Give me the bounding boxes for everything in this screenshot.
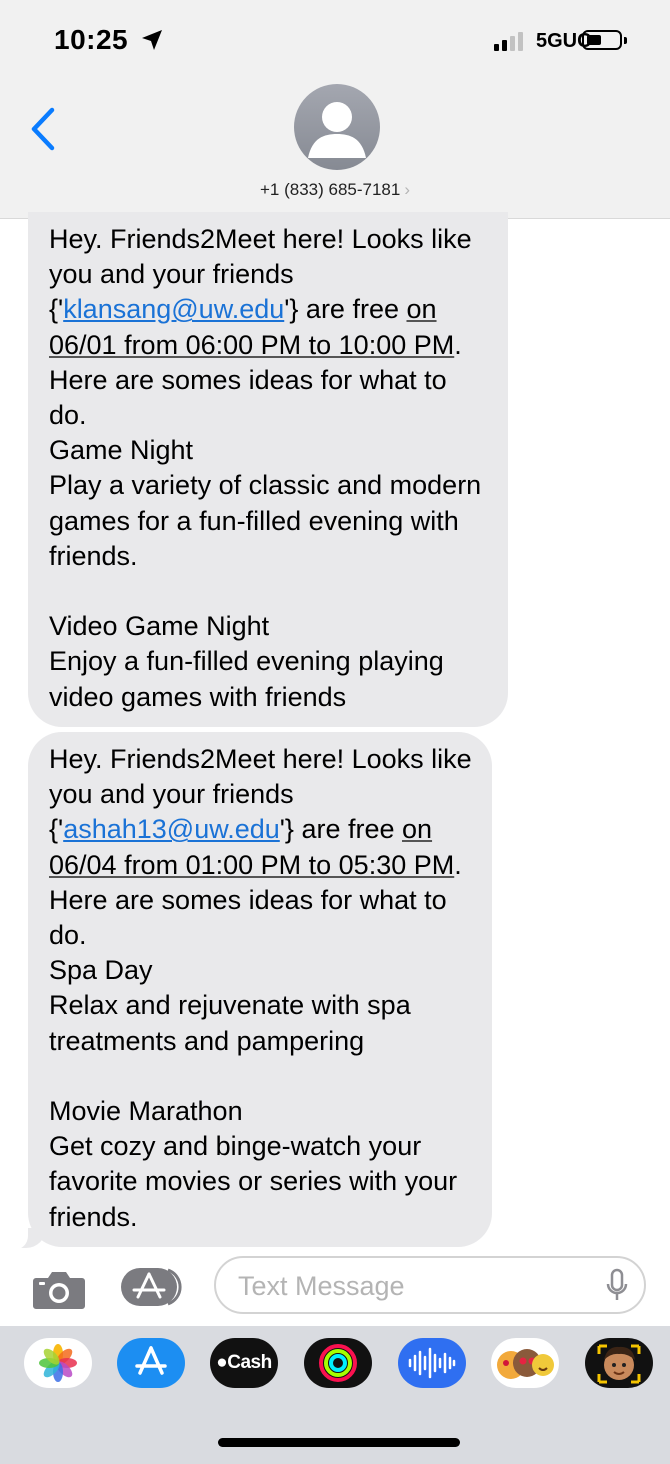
message-body: . Here are somes ideas for what to do. S… [49,849,462,1232]
person-silhouette-icon [308,102,366,158]
app-store-a-icon [135,1346,167,1375]
photos-flower-icon [39,1344,77,1382]
back-chevron-icon[interactable] [26,104,66,154]
message-input[interactable] [236,1266,590,1306]
camera-icon[interactable] [32,1270,86,1310]
status-time: 10:25 [54,24,129,55]
battery-icon [582,30,622,50]
message-body: . Here are somes ideas for what to do. G… [49,329,482,712]
contact-number: +1 (833) 685-7181 [259,180,401,199]
activity-rings-icon [319,1344,357,1382]
cash-app-icon[interactable]: ●Cash [210,1338,278,1388]
contact-name[interactable]: +1 (833) 685-7181 › [0,180,670,200]
photos-icon[interactable] [24,1338,92,1388]
app-store-button-icon[interactable] [120,1266,186,1308]
message-bubble[interactable]: Hey. Friends2Meet here! Looks like you a… [28,732,492,1247]
home-indicator [218,1438,460,1447]
cellular-signal-icon [494,32,523,51]
message-text: '} are free [284,294,407,325]
memoji-stickers-icon[interactable] [491,1338,559,1388]
memoji-face-icon [597,1344,641,1384]
apple-logo-icon: ● [216,1352,228,1373]
message-text: '} are free [279,814,403,845]
microphone-icon[interactable] [606,1268,628,1304]
sticker-faces-icon [497,1349,554,1379]
message-bubble[interactable]: Hey. Friends2Meet here! Looks like you a… [28,212,508,727]
battery-nub [624,37,627,44]
app-store-icon[interactable] [117,1338,185,1388]
memoji-icon[interactable] [585,1338,653,1388]
contact-chevron-icon: › [404,180,411,199]
waveform-icon [408,1347,456,1379]
email-link[interactable]: klansang@uw.edu [63,294,284,324]
email-link[interactable]: ashah13@uw.edu [63,814,280,844]
message-input-field[interactable] [214,1256,646,1314]
fitness-icon[interactable] [304,1338,372,1388]
cash-label: ●Cash [216,1352,272,1373]
audio-message-icon[interactable] [398,1338,466,1388]
contact-avatar[interactable] [294,84,380,170]
location-arrow-icon [142,30,162,50]
